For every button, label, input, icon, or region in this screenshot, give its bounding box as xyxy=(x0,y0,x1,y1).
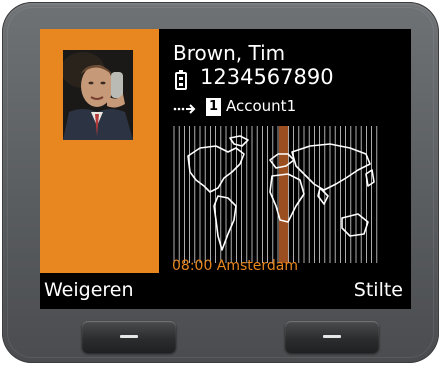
display-screen: Brown, Tim 1234567890 1 Account1 08:00 A… xyxy=(40,29,411,309)
caller-photo-panel xyxy=(40,29,159,273)
caller-name: Brown, Tim xyxy=(173,41,286,65)
left-softkey-button[interactable] xyxy=(82,321,176,353)
world-map-icon xyxy=(170,126,382,263)
clock-time-city: 08:00 Amsterdam xyxy=(172,258,299,274)
right-softkey-button[interactable] xyxy=(285,321,379,353)
caller-avatar xyxy=(63,50,133,140)
phone-device-body: Brown, Tim 1234567890 1 Account1 08:00 A… xyxy=(2,2,439,363)
softkey-bar-icon xyxy=(323,335,341,338)
caller-photo-image xyxy=(63,50,133,140)
softkey-bar: Weigeren Stilte xyxy=(40,275,411,309)
softkey-silence-label[interactable]: Stilte xyxy=(354,279,403,301)
caller-phone-number: 1234567890 xyxy=(200,65,334,89)
mobile-phone-icon xyxy=(175,70,187,90)
account-name: Account1 xyxy=(226,97,297,115)
call-forward-arrow-icon xyxy=(173,104,196,114)
account-number-badge: 1 xyxy=(206,98,221,116)
softkey-reject-label[interactable]: Weigeren xyxy=(44,279,134,301)
softkey-bar-icon xyxy=(120,335,138,338)
